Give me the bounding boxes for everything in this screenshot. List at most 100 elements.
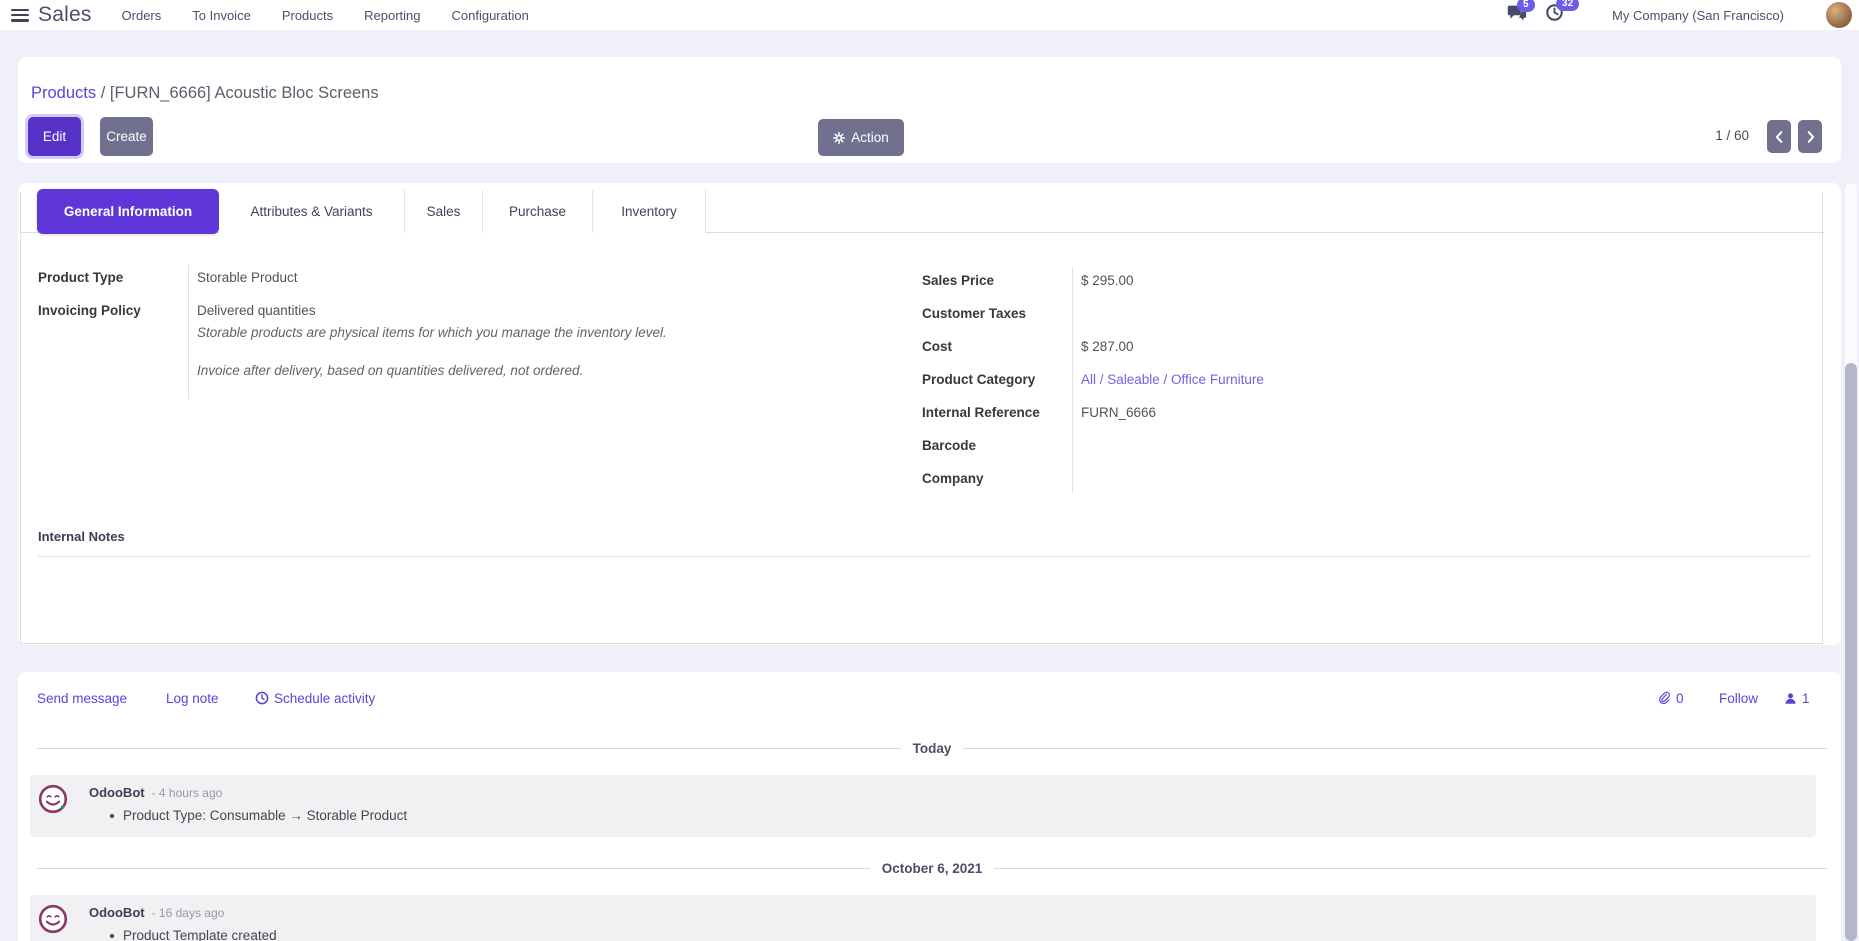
product-form: General Information Attributes & Variant… — [18, 183, 1841, 645]
message-author: OdooBot — [89, 905, 145, 920]
follow-button[interactable]: Follow — [1719, 684, 1758, 712]
activities-button[interactable]: 32 — [1545, 3, 1564, 27]
field-label: Barcode — [922, 438, 1072, 453]
field-separator-line — [1072, 268, 1073, 493]
attachments-count: 0 — [1676, 691, 1684, 706]
product-category-link[interactable]: All / Saleable / Office Furniture — [1081, 372, 1264, 387]
navbar-systray: 5 32 My Company (San Francisco) — [1506, 0, 1859, 30]
create-button[interactable]: Create — [100, 117, 153, 156]
date-divider-october: October 6, 2021 — [37, 860, 1827, 876]
message-body: Product Type: Consumable → Storable Prod… — [110, 808, 407, 823]
message-author: OdooBot — [89, 785, 145, 800]
internal-notes-divider — [38, 556, 1810, 557]
message-text: Product Type: Consumable → Storable Prod… — [123, 808, 407, 823]
send-message-button[interactable]: Send message — [37, 684, 127, 712]
invoicing-policy-helper-text: Invoice after delivery, based on quantit… — [197, 363, 583, 378]
field-label: Company — [922, 471, 1072, 486]
tab-sales[interactable]: Sales — [405, 190, 483, 233]
main-menu: Orders To Invoice Products Reporting Con… — [122, 8, 529, 23]
bullet-dot — [110, 934, 114, 938]
menu-configuration[interactable]: Configuration — [452, 8, 529, 23]
tab-purchase[interactable]: Purchase — [483, 190, 593, 233]
messages-badge: 5 — [1517, 0, 1535, 12]
field-value: FURN_6666 — [1072, 405, 1156, 420]
vertical-scrollbar-thumb[interactable] — [1845, 363, 1857, 941]
product-type-helper-text: Storable products are physical items for… — [197, 325, 667, 340]
field-label: Product Category — [922, 372, 1072, 387]
field-cost: Cost $ 287.00 — [922, 330, 1802, 363]
page-title: [FURN_6666] Acoustic Bloc Screens — [110, 84, 379, 102]
notebook-tabs: General Information Attributes & Variant… — [21, 190, 1824, 233]
bullet-dot — [110, 814, 114, 818]
followers-button[interactable]: 1 — [1784, 684, 1810, 712]
tab-inventory[interactable]: Inventory — [593, 190, 706, 233]
date-divider-label: Today — [913, 741, 952, 756]
schedule-activity-label: Schedule activity — [274, 691, 375, 706]
apps-menu-icon[interactable] — [11, 9, 29, 22]
menu-products[interactable]: Products — [282, 8, 333, 23]
paperclip-icon — [1658, 691, 1671, 706]
field-product-category: Product Category All / Saleable / Office… — [922, 363, 1802, 396]
field-value: $ 295.00 — [1072, 273, 1134, 288]
field-label: Cost — [922, 339, 1072, 354]
chevron-right-icon — [1805, 130, 1816, 144]
breadcrumb-products-link[interactable]: Products — [31, 84, 96, 102]
user-icon — [1784, 692, 1797, 705]
field-customer-taxes: Customer Taxes — [922, 297, 1802, 330]
gear-icon — [833, 132, 845, 144]
field-label: Sales Price — [922, 273, 1072, 288]
field-value: Delivered quantities — [188, 303, 316, 318]
field-label: Product Type — [38, 270, 188, 285]
field-company: Company — [922, 462, 1802, 495]
action-button[interactable]: Action — [818, 119, 904, 156]
breadcrumb-separator: / — [96, 84, 110, 102]
pager-previous-button[interactable] — [1767, 120, 1791, 153]
field-value: Storable Product — [188, 270, 298, 285]
action-button-label: Action — [851, 130, 889, 145]
message-item: OdooBot - 4 hours ago Product Type: Cons… — [30, 775, 1816, 837]
chatter: Send message Log note Schedule activity … — [18, 672, 1841, 941]
log-note-button[interactable]: Log note — [166, 684, 219, 712]
menu-reporting[interactable]: Reporting — [364, 8, 420, 23]
field-internal-reference: Internal Reference FURN_6666 — [922, 396, 1802, 429]
menu-orders[interactable]: Orders — [122, 8, 162, 23]
message-body: Product Template created — [110, 928, 277, 941]
field-product-type: Product Type Storable Product — [38, 261, 838, 294]
attachments-button[interactable]: 0 — [1658, 684, 1684, 712]
clock-icon — [255, 691, 269, 705]
field-barcode: Barcode — [922, 429, 1802, 462]
message-text: Product Template created — [123, 928, 277, 941]
activities-badge: 32 — [1556, 0, 1579, 11]
field-sales-price: Sales Price $ 295.00 — [922, 264, 1802, 297]
field-label: Customer Taxes — [922, 306, 1072, 321]
company-switcher[interactable]: My Company (San Francisco) — [1612, 8, 1784, 23]
date-divider-today: Today — [37, 740, 1827, 756]
date-divider-label: October 6, 2021 — [882, 861, 983, 876]
message-header: OdooBot - 16 days ago — [89, 905, 224, 920]
tab-attributes-variants[interactable]: Attributes & Variants — [219, 190, 405, 233]
message-header: OdooBot - 4 hours ago — [89, 785, 222, 800]
breadcrumb: Products / [FURN_6666] Acoustic Bloc Scr… — [31, 84, 379, 103]
messages-button[interactable]: 5 — [1506, 4, 1527, 27]
user-avatar[interactable] — [1826, 2, 1852, 28]
app-name[interactable]: Sales — [38, 3, 92, 27]
edit-button[interactable]: Edit — [28, 117, 81, 156]
message-timestamp: - 16 days ago — [152, 906, 225, 920]
form-sheet: General Information Attributes & Variant… — [20, 192, 1823, 644]
pager-counter: 1 / 60 — [1715, 128, 1749, 143]
field-label: Invoicing Policy — [38, 303, 188, 318]
chevron-left-icon — [1774, 130, 1785, 144]
field-group-right: Sales Price $ 295.00 Customer Taxes Cost… — [922, 264, 1802, 495]
message-item: OdooBot - 16 days ago Product Template c… — [30, 895, 1816, 941]
followers-count: 1 — [1802, 691, 1810, 706]
message-timestamp: - 4 hours ago — [152, 786, 223, 800]
odoobot-avatar — [38, 904, 68, 934]
odoobot-avatar — [38, 784, 68, 814]
schedule-activity-button[interactable]: Schedule activity — [255, 684, 375, 712]
field-label: Internal Reference — [922, 405, 1072, 420]
internal-notes-label: Internal Notes — [38, 529, 125, 544]
menu-to-invoice[interactable]: To Invoice — [192, 8, 251, 23]
field-value: $ 287.00 — [1072, 339, 1134, 354]
tab-general-information[interactable]: General Information — [37, 189, 219, 234]
pager-next-button[interactable] — [1798, 120, 1822, 153]
